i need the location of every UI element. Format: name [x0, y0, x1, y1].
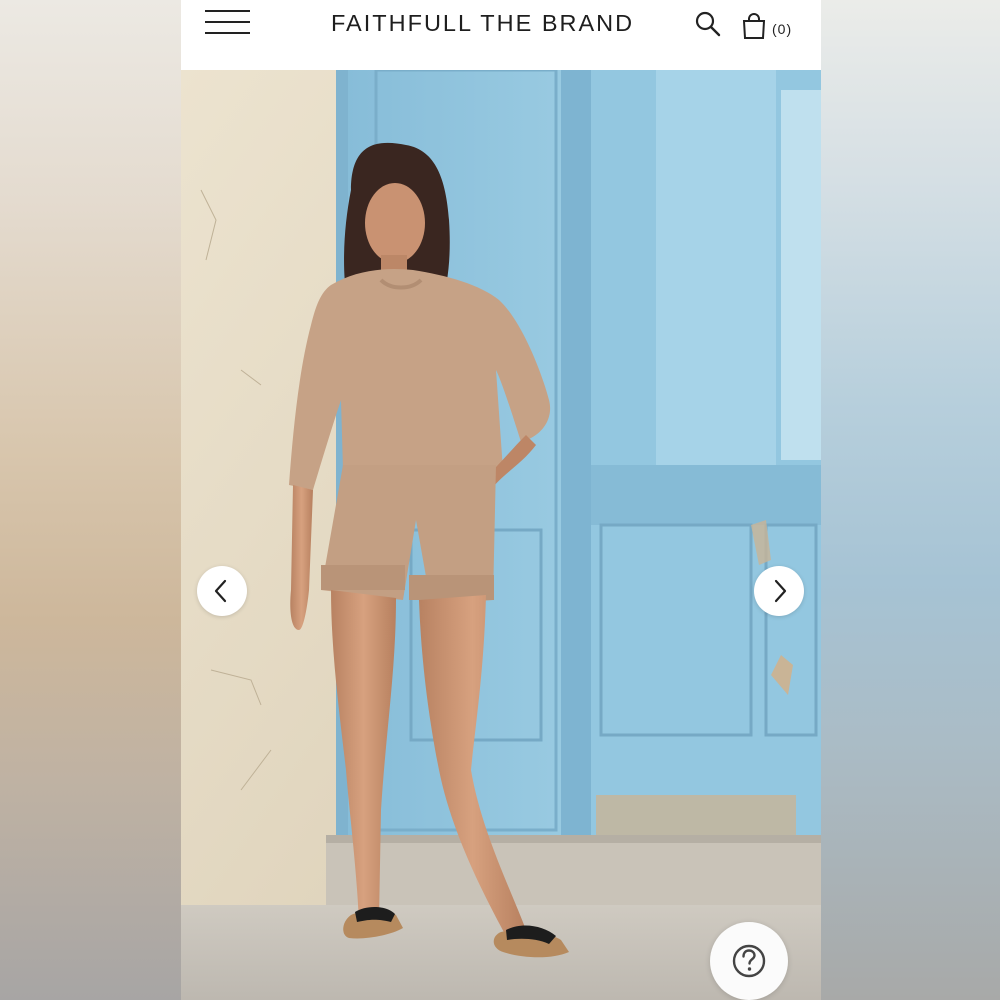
help-button[interactable] — [710, 922, 788, 1000]
chevron-left-icon[interactable] — [197, 566, 247, 616]
chevron-right-icon[interactable] — [754, 566, 804, 616]
mobile-page: FAITHFULL THE BRAND (0) — [181, 0, 821, 1000]
cart-count: (0) — [772, 21, 793, 37]
product-image[interactable] — [181, 70, 821, 1000]
blurred-backdrop-right — [821, 0, 1000, 1000]
cart-button[interactable]: (0) — [742, 12, 802, 42]
shopping-bag-icon — [742, 13, 766, 39]
question-mark-icon — [732, 944, 766, 978]
product-photo — [181, 70, 821, 1000]
site-header: FAITHFULL THE BRAND (0) — [181, 0, 821, 70]
search-icon[interactable] — [694, 10, 722, 38]
brand-logo[interactable]: FAITHFULL THE BRAND — [331, 10, 673, 36]
blurred-backdrop-left — [0, 0, 181, 1000]
hamburger-menu-icon[interactable] — [205, 10, 251, 36]
